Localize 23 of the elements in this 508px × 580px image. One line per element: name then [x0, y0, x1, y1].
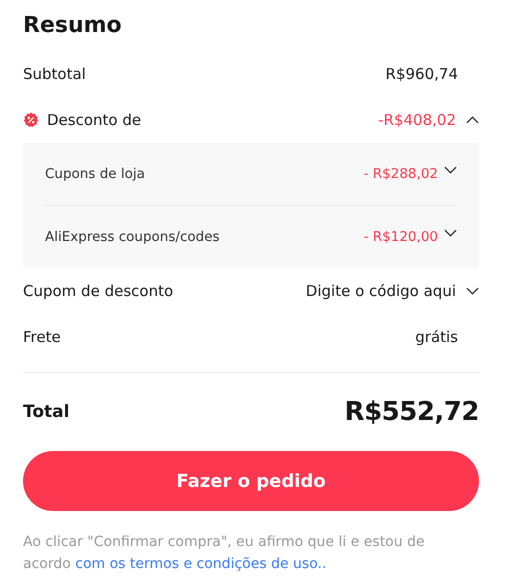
subtotal-label: Subtotal	[23, 65, 86, 83]
chevron-icon	[466, 116, 479, 124]
discount-toggle[interactable]: -R$408,02	[378, 111, 479, 129]
shipping-label: Frete	[23, 328, 61, 346]
place-order-button[interactable]: Fazer o pedido	[23, 451, 479, 511]
terms-notice: Ao clicar "Confirmar compra", eu afirmo que li e estou de acordo com os termos e condições de uso..	[23, 533, 426, 574]
coupon-type-label: AliExpress coupons/codes	[45, 229, 220, 245]
summary-title: Resumo	[23, 12, 123, 40]
coupon-type-label: Cupons de loja	[45, 166, 145, 182]
discount-label: Desconto de	[47, 111, 142, 129]
terms-link[interactable]: com os termos e condições de uso..	[75, 556, 326, 572]
chevron-icon	[444, 229, 457, 237]
total-label: Total	[23, 402, 70, 422]
chevron-icon	[466, 287, 479, 295]
total-value: R$552,72	[344, 397, 479, 427]
discount-icon	[23, 112, 39, 128]
coupon-code-dropdown[interactable]: Digite o código aqui	[306, 282, 479, 300]
coupon-amount-toggle[interactable]: - R$120,00	[364, 229, 457, 245]
subtotal-value: R$960,74	[386, 65, 458, 83]
shipping-value: grátis	[415, 328, 458, 346]
chevron-icon	[444, 166, 457, 174]
coupon-amount-toggle[interactable]: - R$288,02	[364, 166, 457, 182]
coupon-label: Cupom de desconto	[23, 282, 174, 300]
